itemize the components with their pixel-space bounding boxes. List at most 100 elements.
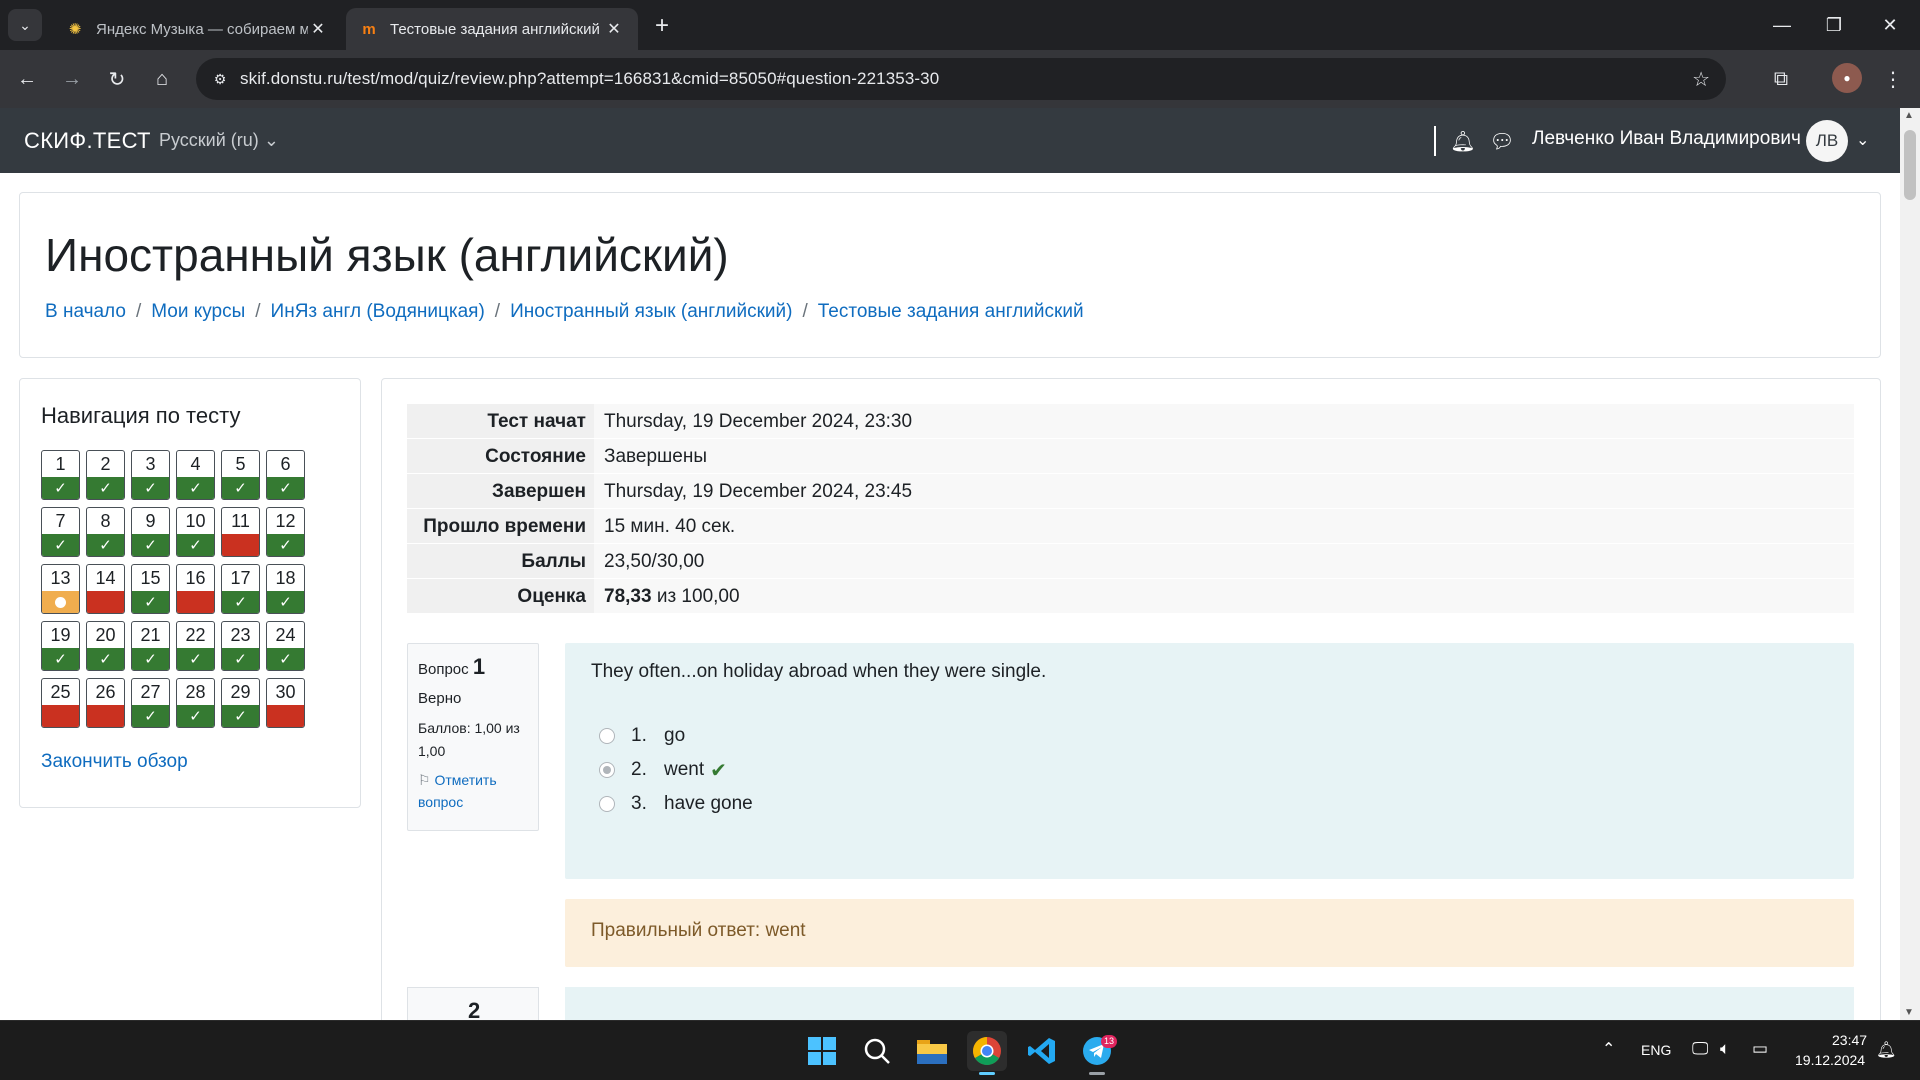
page-scrollbar[interactable]: ▲ ▼ bbox=[1900, 108, 1920, 1020]
scroll-up-arrow[interactable]: ▲ bbox=[1904, 110, 1914, 121]
reload-icon[interactable]: ↻ bbox=[100, 62, 134, 96]
check-icon: ✔ bbox=[710, 759, 727, 782]
avatar[interactable]: ЛВ bbox=[1806, 120, 1848, 162]
user-name[interactable]: Левченко Иван Владимирович bbox=[1532, 128, 1801, 150]
question-nav-button[interactable]: 29 ✓ bbox=[221, 678, 260, 728]
file-explorer-icon[interactable] bbox=[912, 1031, 952, 1071]
profile-avatar[interactable]: ● bbox=[1832, 63, 1862, 93]
breadcrumb-course[interactable]: ИнЯз англ (Водяницкая) bbox=[271, 301, 485, 323]
question-nav-button[interactable]: 9 ✓ bbox=[131, 507, 170, 557]
flag-question-link[interactable]: ⚐ Отметить вопрос bbox=[418, 769, 528, 813]
breadcrumb-quiz[interactable]: Тестовые задания английский bbox=[818, 301, 1084, 323]
question-nav-button[interactable]: 18 ✓ bbox=[266, 564, 305, 614]
question-nav-button[interactable]: 6 ✓ bbox=[266, 450, 305, 500]
close-window-button[interactable]: ✕ bbox=[1860, 0, 1920, 50]
menu-icon[interactable]: ⋮ bbox=[1876, 62, 1910, 96]
grade-suffix: из 100,00 bbox=[651, 586, 740, 607]
question-nav-number: 17 bbox=[230, 568, 251, 588]
address-bar[interactable]: ⚙ skif.donstu.ru/test/mod/quiz/review.ph… bbox=[196, 58, 1726, 100]
answer-radio[interactable] bbox=[599, 796, 615, 812]
scroll-down-arrow[interactable]: ▼ bbox=[1904, 1007, 1914, 1018]
chevron-up-icon[interactable]: ⌃ bbox=[1602, 1039, 1615, 1059]
minimize-button[interactable]: — bbox=[1752, 0, 1812, 50]
question-nav-button[interactable]: 17 ✓ bbox=[221, 564, 260, 614]
question-nav-button[interactable]: 7 ✓ bbox=[41, 507, 80, 557]
question-nav-button[interactable]: 24 ✓ bbox=[266, 621, 305, 671]
messages-icon[interactable]: 💬︎ bbox=[1487, 126, 1517, 156]
new-tab-button[interactable]: + bbox=[648, 12, 676, 40]
question-nav-button[interactable]: 21 ✓ bbox=[131, 621, 170, 671]
answer-radio[interactable] bbox=[599, 762, 615, 778]
question-nav-button[interactable]: 26 bbox=[86, 678, 125, 728]
question-nav-button[interactable]: 28 ✓ bbox=[176, 678, 215, 728]
notification-bell-icon[interactable]: 🔔︎ bbox=[1876, 1040, 1896, 1060]
running-app-indicator bbox=[1089, 1072, 1105, 1075]
breadcrumb-section[interactable]: Иностранный язык (английский) bbox=[510, 301, 792, 323]
taskbar: 13 ⌃ ENG 🖵︎ 🔈︎ ▭ 23:47 19.12.2024 🔔︎ bbox=[0, 1020, 1920, 1080]
question-nav-button[interactable]: 25 bbox=[41, 678, 80, 728]
tab-search-button[interactable]: ⌄ bbox=[8, 9, 42, 41]
question-nav-button[interactable]: 19 ✓ bbox=[41, 621, 80, 671]
check-icon: ✓ bbox=[132, 705, 169, 727]
question-nav-button[interactable]: 30 bbox=[266, 678, 305, 728]
tab-quiz[interactable]: m Тестовые задания английский ✕ bbox=[346, 8, 638, 50]
language-menu[interactable]: Русский ‎(ru)‎ ⌄ bbox=[159, 130, 279, 151]
summary-value: Завершены bbox=[594, 438, 1854, 474]
answer-option[interactable]: 1. go bbox=[599, 719, 753, 753]
tab-yandex-music[interactable]: ✺ Яндекс Музыка — собираем м ✕ bbox=[52, 8, 342, 50]
question-nav-button[interactable]: 16 bbox=[176, 564, 215, 614]
scrollbar-thumb[interactable] bbox=[1904, 130, 1916, 200]
question-nav-button[interactable]: 13 bbox=[41, 564, 80, 614]
question-nav-button[interactable]: 2 ✓ bbox=[86, 450, 125, 500]
question-nav-button[interactable]: 15 ✓ bbox=[131, 564, 170, 614]
question-nav-button[interactable]: 20 ✓ bbox=[86, 621, 125, 671]
volume-icon[interactable]: 🔈︎ bbox=[1720, 1039, 1730, 1059]
clock-time[interactable]: 23:47 bbox=[1832, 1032, 1867, 1048]
question-nav-button[interactable]: 14 bbox=[86, 564, 125, 614]
question-nav-button[interactable]: 3 ✓ bbox=[131, 450, 170, 500]
question-nav-number: 19 bbox=[50, 625, 71, 645]
summary-label: Тест начат bbox=[407, 404, 594, 439]
close-icon[interactable]: ✕ bbox=[604, 19, 624, 39]
question-nav-button[interactable]: 4 ✓ bbox=[176, 450, 215, 500]
bookmark-star-icon[interactable]: ☆ bbox=[1692, 67, 1710, 92]
chrome-icon[interactable] bbox=[967, 1031, 1007, 1071]
site-brand[interactable]: СКИФ.ТЕСТ bbox=[24, 128, 151, 154]
question-nav-button[interactable]: 22 ✓ bbox=[176, 621, 215, 671]
search-icon[interactable] bbox=[857, 1031, 897, 1071]
close-icon[interactable]: ✕ bbox=[308, 19, 328, 39]
chevron-down-icon[interactable]: ⌄ bbox=[1856, 130, 1869, 150]
breadcrumb-home[interactable]: В начало bbox=[45, 301, 126, 323]
home-icon[interactable]: ⌂ bbox=[145, 62, 179, 96]
answer-radio[interactable] bbox=[599, 728, 615, 744]
question-nav-button[interactable]: 1 ✓ bbox=[41, 450, 80, 500]
windows-start-icon[interactable] bbox=[802, 1031, 842, 1071]
question-nav-button[interactable]: 27 ✓ bbox=[131, 678, 170, 728]
clock-date[interactable]: 19.12.2024 bbox=[1795, 1052, 1865, 1068]
question-nav-button[interactable]: 8 ✓ bbox=[86, 507, 125, 557]
url-text[interactable]: skif.donstu.ru/test/mod/quiz/review.php?… bbox=[240, 69, 939, 89]
breadcrumb-my-courses[interactable]: Мои курсы bbox=[151, 301, 245, 323]
answer-option[interactable]: 2. went ✔ bbox=[599, 753, 753, 787]
restore-button[interactable]: ❐ bbox=[1804, 0, 1864, 50]
vscode-icon[interactable] bbox=[1022, 1031, 1062, 1071]
question-nav-button[interactable]: 10 ✓ bbox=[176, 507, 215, 557]
question-nav-button[interactable]: 23 ✓ bbox=[221, 621, 260, 671]
back-icon[interactable]: ← bbox=[10, 62, 44, 96]
site-info-icon[interactable]: ⚙ bbox=[200, 58, 240, 100]
extensions-icon[interactable]: ⧉ bbox=[1764, 62, 1798, 96]
finish-review-link[interactable]: Закончить обзор bbox=[41, 751, 188, 773]
network-icon[interactable]: 🖵︎ bbox=[1692, 1039, 1708, 1059]
question-info: Вопрос 1 Верно Баллов: 1,00 из 1,00 ⚐ От… bbox=[407, 643, 539, 831]
bell-icon[interactable]: 🔔︎ bbox=[1448, 126, 1478, 156]
question-nav-button[interactable]: 12 ✓ bbox=[266, 507, 305, 557]
browser-toolbar: ← → ↻ ⌂ ⚙ skif.donstu.ru/test/mod/quiz/r… bbox=[0, 50, 1920, 108]
question-nav-button[interactable]: 5 ✓ bbox=[221, 450, 260, 500]
input-language[interactable]: ENG bbox=[1641, 1042, 1671, 1058]
question-nav-button[interactable]: 11 bbox=[221, 507, 260, 557]
battery-icon[interactable]: ▭ bbox=[1752, 1039, 1768, 1059]
question-number-value: 2 bbox=[468, 998, 481, 1020]
answer-option[interactable]: 3. have gone bbox=[599, 787, 753, 821]
question-nav-number: 1 bbox=[55, 454, 66, 474]
forward-icon[interactable]: → bbox=[55, 62, 89, 96]
